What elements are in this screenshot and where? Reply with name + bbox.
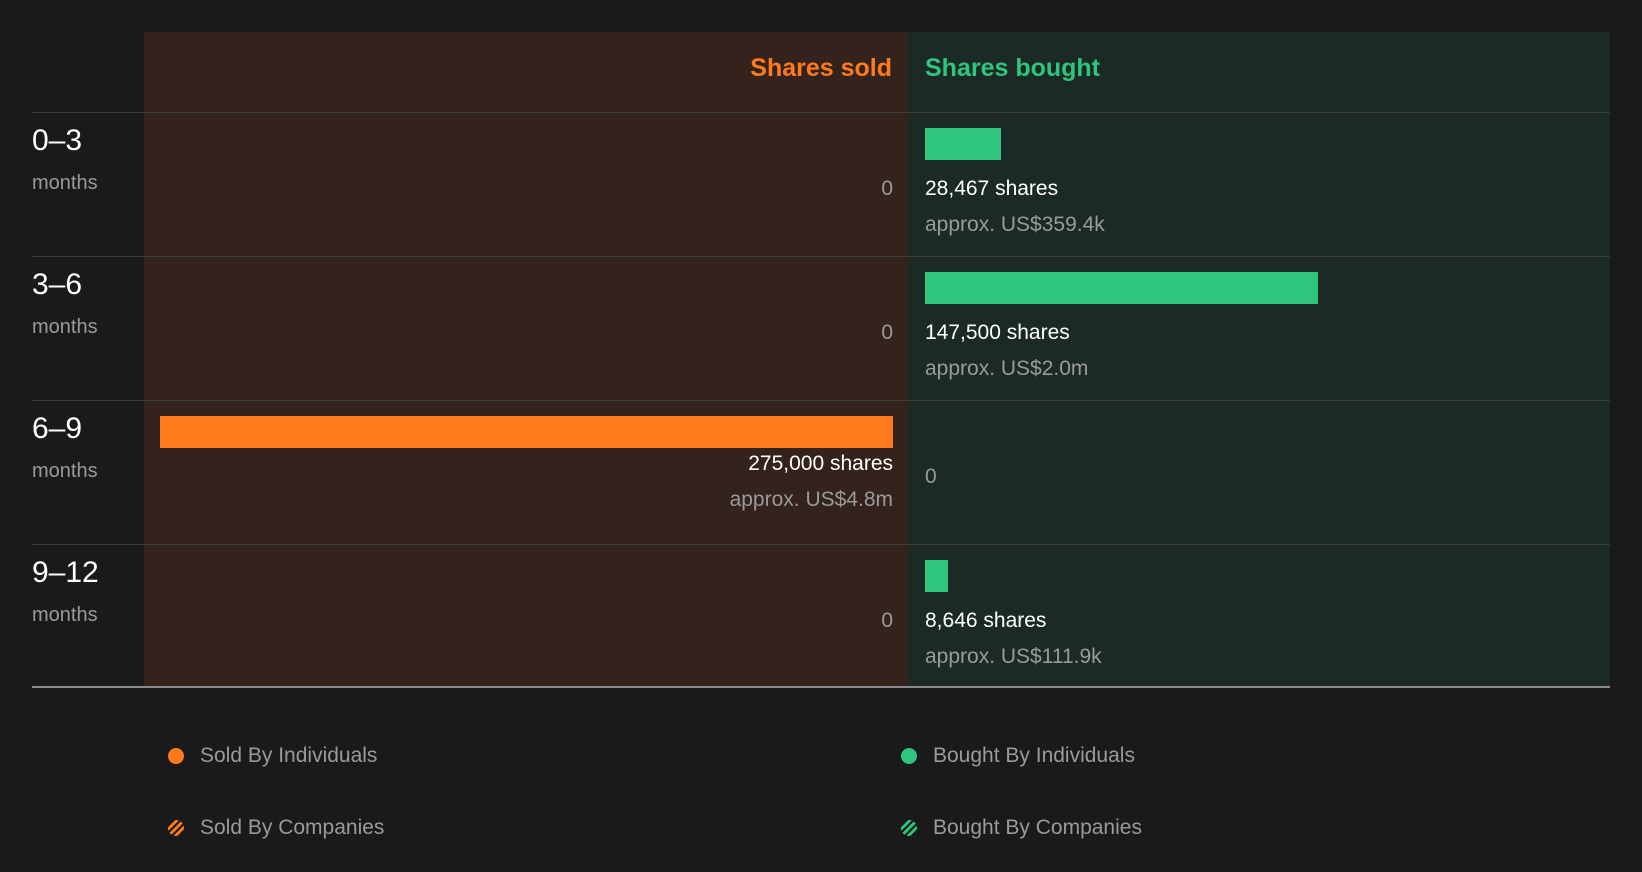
shares-sold-panel xyxy=(144,32,909,687)
row-divider xyxy=(32,256,1610,257)
bought-shares-label: 147,500 shares xyxy=(925,321,1070,344)
legend-label: Bought By Companies xyxy=(933,816,1142,839)
period-label: 3–6 xyxy=(32,268,83,301)
shares-sold-header: Shares sold xyxy=(750,54,892,82)
sold-zero-label: 0 xyxy=(881,321,893,344)
legend-hatched-dot-icon xyxy=(168,820,184,836)
period-unit-label: months xyxy=(32,172,98,194)
period-unit-label: months xyxy=(32,316,98,338)
legend-hatched-dot-icon xyxy=(901,820,917,836)
bought-value-label: approx. US$111.9k xyxy=(925,645,1102,668)
header-divider xyxy=(32,112,1610,113)
period-unit-label: months xyxy=(32,460,98,482)
period-unit-label: months xyxy=(32,604,98,626)
sold-bar xyxy=(160,416,893,448)
bought-value-label: approx. US$2.0m xyxy=(925,357,1089,380)
insider-trading-chart: Shares sold Shares bought 0–3 months 0 28,4… xyxy=(0,0,1642,872)
shares-bought-header: Shares bought xyxy=(925,54,1101,82)
legend-item: Sold By Companies xyxy=(168,816,384,840)
legend-item: Bought By Individuals xyxy=(901,744,1135,768)
row-divider xyxy=(32,400,1610,401)
bought-shares-label: 28,467 shares xyxy=(925,177,1059,200)
legend-solid-dot-icon xyxy=(901,748,917,764)
bought-value-label: approx. US$359.4k xyxy=(925,213,1105,236)
legend-label: Bought By Individuals xyxy=(933,744,1135,767)
legend-item: Bought By Companies xyxy=(901,816,1142,840)
period-label: 9–12 xyxy=(32,556,99,589)
bought-bar xyxy=(925,128,1001,160)
period-label: 6–9 xyxy=(32,412,83,445)
sold-shares-label: 275,000 shares xyxy=(748,452,893,475)
sold-value-label: approx. US$4.8m xyxy=(729,488,893,511)
legend-item: Sold By Individuals xyxy=(168,744,377,768)
chart-baseline xyxy=(32,686,1610,688)
sold-zero-label: 0 xyxy=(881,609,893,632)
row-divider xyxy=(32,544,1610,545)
bought-bar xyxy=(925,272,1319,304)
bought-zero-label: 0 xyxy=(925,465,937,488)
sold-zero-label: 0 xyxy=(881,177,893,200)
bought-shares-label: 8,646 shares xyxy=(925,609,1047,632)
period-label: 0–3 xyxy=(32,124,83,157)
legend-label: Sold By Individuals xyxy=(200,744,378,767)
legend-label: Sold By Companies xyxy=(200,816,385,839)
legend-solid-dot-icon xyxy=(168,748,184,764)
bought-bar xyxy=(925,560,949,592)
